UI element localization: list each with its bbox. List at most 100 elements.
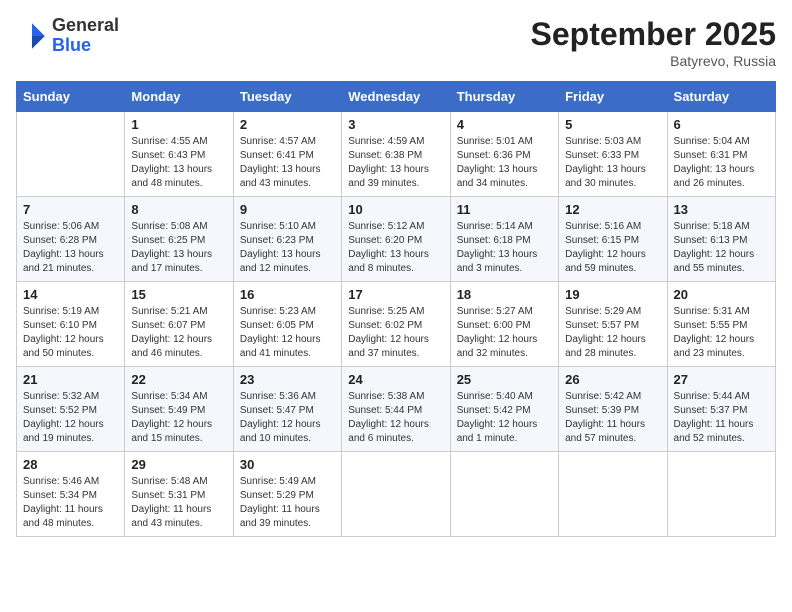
day-number: 26: [565, 372, 660, 387]
calendar-cell: [342, 452, 450, 537]
header-day-monday: Monday: [125, 82, 233, 112]
day-info: Sunrise: 5:29 AM Sunset: 5:57 PM Dayligh…: [565, 305, 660, 361]
day-info: Sunrise: 5:46 AM Sunset: 5:34 PM Dayligh…: [23, 475, 118, 531]
calendar-cell: 19 Sunrise: 5:29 AM Sunset: 5:57 PM Dayli…: [559, 282, 667, 367]
calendar-cell: [667, 452, 775, 537]
day-number: 21: [23, 372, 118, 387]
title-area: September 2025 Batyrevo, Russia: [531, 16, 776, 69]
day-number: 7: [23, 202, 118, 217]
header-row: SundayMondayTuesdayWednesdayThursdayFrid…: [17, 82, 776, 112]
calendar-cell: 7Sunrise: 5:06 AM Sunset: 6:28 PM Daylig…: [17, 197, 125, 282]
day-number: 23: [240, 372, 335, 387]
calendar-cell: 21 Sunrise: 5:32 AM Sunset: 5:52 PM Dayli…: [17, 367, 125, 452]
day-info: Sunrise: 5:21 AM Sunset: 6:07 PM Dayligh…: [131, 305, 226, 361]
calendar-cell: 27 Sunrise: 5:44 AM Sunset: 5:37 PM Dayli…: [667, 367, 775, 452]
calendar-week-4: 21 Sunrise: 5:32 AM Sunset: 5:52 PM Dayli…: [17, 367, 776, 452]
day-number: 14: [23, 287, 118, 302]
logo-icon: [16, 20, 48, 52]
month-title: September 2025: [531, 16, 776, 53]
day-number: 17: [348, 287, 443, 302]
day-info: Sunrise: 5:25 AM Sunset: 6:02 PM Dayligh…: [348, 305, 443, 361]
day-number: 9: [240, 202, 335, 217]
day-info: Sunrise: 5:36 AM Sunset: 5:47 PM Dayligh…: [240, 390, 335, 446]
day-info: Sunrise: 5:01 AM Sunset: 6:36 PM Dayligh…: [457, 135, 552, 191]
day-info: Sunrise: 5:38 AM Sunset: 5:44 PM Dayligh…: [348, 390, 443, 446]
calendar-cell: 1 Sunrise: 4:55 AM Sunset: 6:43 PM Daylig…: [125, 112, 233, 197]
day-number: 25: [457, 372, 552, 387]
day-number: 8: [131, 202, 226, 217]
calendar-week-2: 7Sunrise: 5:06 AM Sunset: 6:28 PM Daylig…: [17, 197, 776, 282]
day-number: 4: [457, 117, 552, 132]
logo: General Blue: [16, 16, 119, 56]
calendar-cell: 12Sunrise: 5:16 AM Sunset: 6:15 PM Dayli…: [559, 197, 667, 282]
day-info: Sunrise: 5:42 AM Sunset: 5:39 PM Dayligh…: [565, 390, 660, 446]
day-number: 1: [131, 117, 226, 132]
day-info: Sunrise: 5:19 AM Sunset: 6:10 PM Dayligh…: [23, 305, 118, 361]
calendar-cell: 30Sunrise: 5:49 AM Sunset: 5:29 PM Dayli…: [233, 452, 341, 537]
day-info: Sunrise: 5:04 AM Sunset: 6:31 PM Dayligh…: [674, 135, 769, 191]
day-info: Sunrise: 5:27 AM Sunset: 6:00 PM Dayligh…: [457, 305, 552, 361]
calendar-cell: 8Sunrise: 5:08 AM Sunset: 6:25 PM Daylig…: [125, 197, 233, 282]
calendar-cell: [450, 452, 558, 537]
calendar-cell: 9 Sunrise: 5:10 AM Sunset: 6:23 PM Daylig…: [233, 197, 341, 282]
day-number: 6: [674, 117, 769, 132]
page-header: General Blue September 2025 Batyrevo, Ru…: [16, 16, 776, 69]
location: Batyrevo, Russia: [531, 53, 776, 69]
day-number: 5: [565, 117, 660, 132]
day-number: 22: [131, 372, 226, 387]
day-info: Sunrise: 5:14 AM Sunset: 6:18 PM Dayligh…: [457, 220, 552, 276]
header-day-sunday: Sunday: [17, 82, 125, 112]
calendar-cell: 17 Sunrise: 5:25 AM Sunset: 6:02 PM Dayli…: [342, 282, 450, 367]
logo-text: General Blue: [52, 16, 119, 56]
calendar-table: SundayMondayTuesdayWednesdayThursdayFrid…: [16, 81, 776, 537]
calendar-cell: 6 Sunrise: 5:04 AM Sunset: 6:31 PM Daylig…: [667, 112, 775, 197]
day-number: 10: [348, 202, 443, 217]
header-day-wednesday: Wednesday: [342, 82, 450, 112]
calendar-cell: 20 Sunrise: 5:31 AM Sunset: 5:55 PM Dayli…: [667, 282, 775, 367]
day-number: 28: [23, 457, 118, 472]
header-day-thursday: Thursday: [450, 82, 558, 112]
calendar-cell: 25 Sunrise: 5:40 AM Sunset: 5:42 PM Dayli…: [450, 367, 558, 452]
calendar-cell: 24 Sunrise: 5:38 AM Sunset: 5:44 PM Dayli…: [342, 367, 450, 452]
calendar-cell: 10 Sunrise: 5:12 AM Sunset: 6:20 PM Dayli…: [342, 197, 450, 282]
day-info: Sunrise: 5:18 AM Sunset: 6:13 PM Dayligh…: [674, 220, 769, 276]
day-number: 27: [674, 372, 769, 387]
calendar-cell: 16Sunrise: 5:23 AM Sunset: 6:05 PM Dayli…: [233, 282, 341, 367]
calendar-cell: 29Sunrise: 5:48 AM Sunset: 5:31 PM Dayli…: [125, 452, 233, 537]
day-info: Sunrise: 5:34 AM Sunset: 5:49 PM Dayligh…: [131, 390, 226, 446]
header-day-friday: Friday: [559, 82, 667, 112]
day-number: 24: [348, 372, 443, 387]
day-info: Sunrise: 4:55 AM Sunset: 6:43 PM Dayligh…: [131, 135, 226, 191]
day-info: Sunrise: 5:44 AM Sunset: 5:37 PM Dayligh…: [674, 390, 769, 446]
day-number: 3: [348, 117, 443, 132]
calendar-cell: 15Sunrise: 5:21 AM Sunset: 6:07 PM Dayli…: [125, 282, 233, 367]
calendar-cell: 11Sunrise: 5:14 AM Sunset: 6:18 PM Dayli…: [450, 197, 558, 282]
day-info: Sunrise: 5:31 AM Sunset: 5:55 PM Dayligh…: [674, 305, 769, 361]
calendar-cell: 26 Sunrise: 5:42 AM Sunset: 5:39 PM Dayli…: [559, 367, 667, 452]
day-info: Sunrise: 5:40 AM Sunset: 5:42 PM Dayligh…: [457, 390, 552, 446]
calendar-cell: 22 Sunrise: 5:34 AM Sunset: 5:49 PM Dayli…: [125, 367, 233, 452]
calendar-cell: 14 Sunrise: 5:19 AM Sunset: 6:10 PM Dayli…: [17, 282, 125, 367]
header-day-tuesday: Tuesday: [233, 82, 341, 112]
day-info: Sunrise: 4:57 AM Sunset: 6:41 PM Dayligh…: [240, 135, 335, 191]
day-number: 20: [674, 287, 769, 302]
calendar-cell: 5 Sunrise: 5:03 AM Sunset: 6:33 PM Daylig…: [559, 112, 667, 197]
calendar-week-1: 1 Sunrise: 4:55 AM Sunset: 6:43 PM Daylig…: [17, 112, 776, 197]
calendar-week-5: 28 Sunrise: 5:46 AM Sunset: 5:34 PM Dayli…: [17, 452, 776, 537]
day-number: 18: [457, 287, 552, 302]
day-number: 2: [240, 117, 335, 132]
day-info: Sunrise: 5:10 AM Sunset: 6:23 PM Dayligh…: [240, 220, 335, 276]
calendar-cell: 2 Sunrise: 4:57 AM Sunset: 6:41 PM Daylig…: [233, 112, 341, 197]
day-info: Sunrise: 4:59 AM Sunset: 6:38 PM Dayligh…: [348, 135, 443, 191]
calendar-week-3: 14 Sunrise: 5:19 AM Sunset: 6:10 PM Dayli…: [17, 282, 776, 367]
day-info: Sunrise: 5:23 AM Sunset: 6:05 PM Dayligh…: [240, 305, 335, 361]
day-info: Sunrise: 5:12 AM Sunset: 6:20 PM Dayligh…: [348, 220, 443, 276]
day-number: 13: [674, 202, 769, 217]
day-number: 19: [565, 287, 660, 302]
calendar-cell: 28 Sunrise: 5:46 AM Sunset: 5:34 PM Dayli…: [17, 452, 125, 537]
calendar-cell: [17, 112, 125, 197]
calendar-cell: 3 Sunrise: 4:59 AM Sunset: 6:38 PM Daylig…: [342, 112, 450, 197]
day-info: Sunrise: 5:32 AM Sunset: 5:52 PM Dayligh…: [23, 390, 118, 446]
calendar-cell: 4 Sunrise: 5:01 AM Sunset: 6:36 PM Daylig…: [450, 112, 558, 197]
day-info: Sunrise: 5:03 AM Sunset: 6:33 PM Dayligh…: [565, 135, 660, 191]
